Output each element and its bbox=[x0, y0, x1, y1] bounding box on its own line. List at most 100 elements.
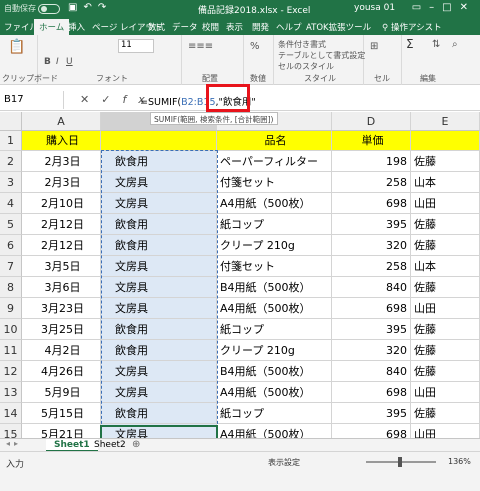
save-icon[interactable]: ▣ bbox=[68, 2, 83, 13]
insert-cells-icon[interactable]: ⊞ bbox=[370, 41, 378, 52]
table-cell[interactable]: 3月23日 bbox=[22, 298, 101, 319]
column-header-d[interactable]: D bbox=[332, 112, 411, 131]
underline-icon[interactable]: U bbox=[66, 57, 73, 67]
table-cell[interactable]: 4月2日 bbox=[22, 340, 101, 361]
table-cell[interactable]: 佐藤 bbox=[411, 340, 480, 361]
name-box[interactable]: B17 bbox=[0, 91, 64, 109]
tab-formulas[interactable]: 数式 bbox=[148, 21, 165, 33]
table-cell[interactable]: クリープ 210g bbox=[217, 235, 332, 256]
table-cell[interactable]: 258 bbox=[332, 172, 411, 193]
table-cell[interactable]: クリープ 210g bbox=[217, 340, 332, 361]
table-cell[interactable]: 佐藤 bbox=[411, 214, 480, 235]
sort-filter-icon[interactable]: ⇅ bbox=[432, 39, 440, 50]
table-cell[interactable]: 3月25日 bbox=[22, 319, 101, 340]
find-icon[interactable]: ⌕ bbox=[452, 39, 458, 50]
table-cell[interactable]: 395 bbox=[332, 319, 411, 340]
table-cell[interactable]: 2月12日 bbox=[22, 235, 101, 256]
table-cell[interactable]: 2月10日 bbox=[22, 193, 101, 214]
table-cell[interactable]: 2月12日 bbox=[22, 214, 101, 235]
tab-file[interactable]: ファイル bbox=[4, 21, 38, 33]
bold-icon[interactable]: B bbox=[44, 57, 51, 67]
percent-icon[interactable]: % bbox=[250, 41, 260, 52]
table-cell[interactable]: ペーパーフィルター bbox=[217, 151, 332, 172]
table-cell[interactable]: 320 bbox=[332, 340, 411, 361]
table-cell[interactable]: A4用紙（500枚） bbox=[217, 193, 332, 214]
row-header-11[interactable]: 11 bbox=[0, 340, 22, 361]
close-icon[interactable]: ✕ bbox=[460, 2, 476, 13]
select-all-corner[interactable] bbox=[0, 112, 22, 131]
tell-me-search[interactable]: ⚲ 操作アシスト bbox=[382, 21, 442, 33]
table-cell[interactable]: 198 bbox=[332, 151, 411, 172]
autosum-icon[interactable]: Σ bbox=[406, 37, 414, 51]
row-header-12[interactable]: 12 bbox=[0, 361, 22, 382]
table-cell[interactable]: 佐藤 bbox=[411, 277, 480, 298]
table-cell[interactable]: 395 bbox=[332, 403, 411, 424]
table-cell[interactable]: 佐藤 bbox=[411, 319, 480, 340]
table-cell[interactable]: 698 bbox=[332, 298, 411, 319]
row-header-6[interactable]: 6 bbox=[0, 235, 22, 256]
tab-developer[interactable]: 開発 bbox=[252, 21, 269, 33]
row-header-3[interactable]: 3 bbox=[0, 172, 22, 193]
conditional-format-button[interactable]: 条件付き書式 bbox=[278, 39, 326, 50]
table-cell[interactable]: 佐藤 bbox=[411, 235, 480, 256]
minimize-icon[interactable]: – bbox=[429, 2, 442, 13]
table-cell[interactable]: 840 bbox=[332, 361, 411, 382]
undo-icon[interactable]: ↶ bbox=[83, 2, 97, 13]
table-cell[interactable]: 5月9日 bbox=[22, 382, 101, 403]
display-settings-button[interactable]: 表示設定 bbox=[268, 457, 300, 468]
table-header-cell[interactable]: 品名 bbox=[217, 131, 332, 151]
italic-icon[interactable]: I bbox=[56, 57, 59, 67]
table-header-cell[interactable] bbox=[411, 131, 480, 151]
format-as-table-button[interactable]: テーブルとして書式設定 bbox=[278, 50, 365, 61]
enter-icon[interactable]: ✓ bbox=[101, 93, 122, 106]
table-cell[interactable]: 付箋セット bbox=[217, 256, 332, 277]
table-cell[interactable]: 佐藤 bbox=[411, 403, 480, 424]
tab-help[interactable]: ヘルプ bbox=[276, 21, 302, 33]
table-cell[interactable]: 2月3日 bbox=[22, 151, 101, 172]
zoom-level[interactable]: 136% bbox=[448, 457, 471, 466]
row-header-2[interactable]: 2 bbox=[0, 151, 22, 172]
row-header-10[interactable]: 10 bbox=[0, 319, 22, 340]
cancel-icon[interactable]: ✕ bbox=[80, 93, 101, 106]
cell-styles-button[interactable]: セルのスタイル bbox=[278, 61, 334, 72]
table-cell[interactable]: 山田 bbox=[411, 193, 480, 214]
table-cell[interactable]: 紙コップ bbox=[217, 319, 332, 340]
table-cell[interactable]: 佐藤 bbox=[411, 361, 480, 382]
maximize-icon[interactable]: □ bbox=[442, 2, 459, 13]
row-header-7[interactable]: 7 bbox=[0, 256, 22, 277]
row-header-1[interactable]: 1 bbox=[0, 131, 22, 151]
ribbon-display-icon[interactable]: ▭ bbox=[412, 2, 429, 13]
table-cell[interactable]: A4用紙（500枚） bbox=[217, 382, 332, 403]
user-name[interactable]: yousa 01 bbox=[354, 3, 395, 13]
table-cell[interactable]: 山田 bbox=[411, 382, 480, 403]
add-sheet-icon[interactable]: ⊕ bbox=[132, 439, 140, 450]
row-header-8[interactable]: 8 bbox=[0, 277, 22, 298]
table-cell[interactable]: 紙コップ bbox=[217, 403, 332, 424]
table-cell[interactable]: 840 bbox=[332, 277, 411, 298]
row-header-5[interactable]: 5 bbox=[0, 214, 22, 235]
table-cell[interactable]: B4用紙（500枚） bbox=[217, 361, 332, 382]
row-header-9[interactable]: 9 bbox=[0, 298, 22, 319]
tab-view[interactable]: 表示 bbox=[226, 21, 243, 33]
table-cell[interactable]: 258 bbox=[332, 256, 411, 277]
table-cell[interactable]: 山本 bbox=[411, 256, 480, 277]
table-cell[interactable]: 2月3日 bbox=[22, 172, 101, 193]
table-cell[interactable]: 佐藤 bbox=[411, 151, 480, 172]
row-header-13[interactable]: 13 bbox=[0, 382, 22, 403]
tab-home[interactable]: ホーム bbox=[34, 19, 70, 35]
sheet-nav-arrows[interactable]: ◂▸ bbox=[6, 439, 22, 448]
redo-icon[interactable]: ↷ bbox=[98, 2, 112, 13]
table-header-cell[interactable]: 単価 bbox=[332, 131, 411, 151]
column-header-a[interactable]: A bbox=[22, 112, 101, 131]
table-cell[interactable]: 698 bbox=[332, 193, 411, 214]
tab-atok[interactable]: ATOK拡張ツール bbox=[306, 21, 371, 33]
align-icon[interactable]: ≡≡≡ bbox=[188, 41, 213, 52]
table-header-cell[interactable] bbox=[101, 131, 217, 151]
table-cell[interactable]: 4月26日 bbox=[22, 361, 101, 382]
tab-insert[interactable]: 挿入 bbox=[68, 21, 85, 33]
tab-data[interactable]: データ bbox=[172, 21, 198, 33]
tab-review[interactable]: 校閲 bbox=[202, 21, 219, 33]
paste-icon[interactable]: 📋 bbox=[8, 39, 25, 55]
table-cell[interactable]: A4用紙（500枚） bbox=[217, 298, 332, 319]
table-header-cell[interactable]: 購入日 bbox=[22, 131, 101, 151]
